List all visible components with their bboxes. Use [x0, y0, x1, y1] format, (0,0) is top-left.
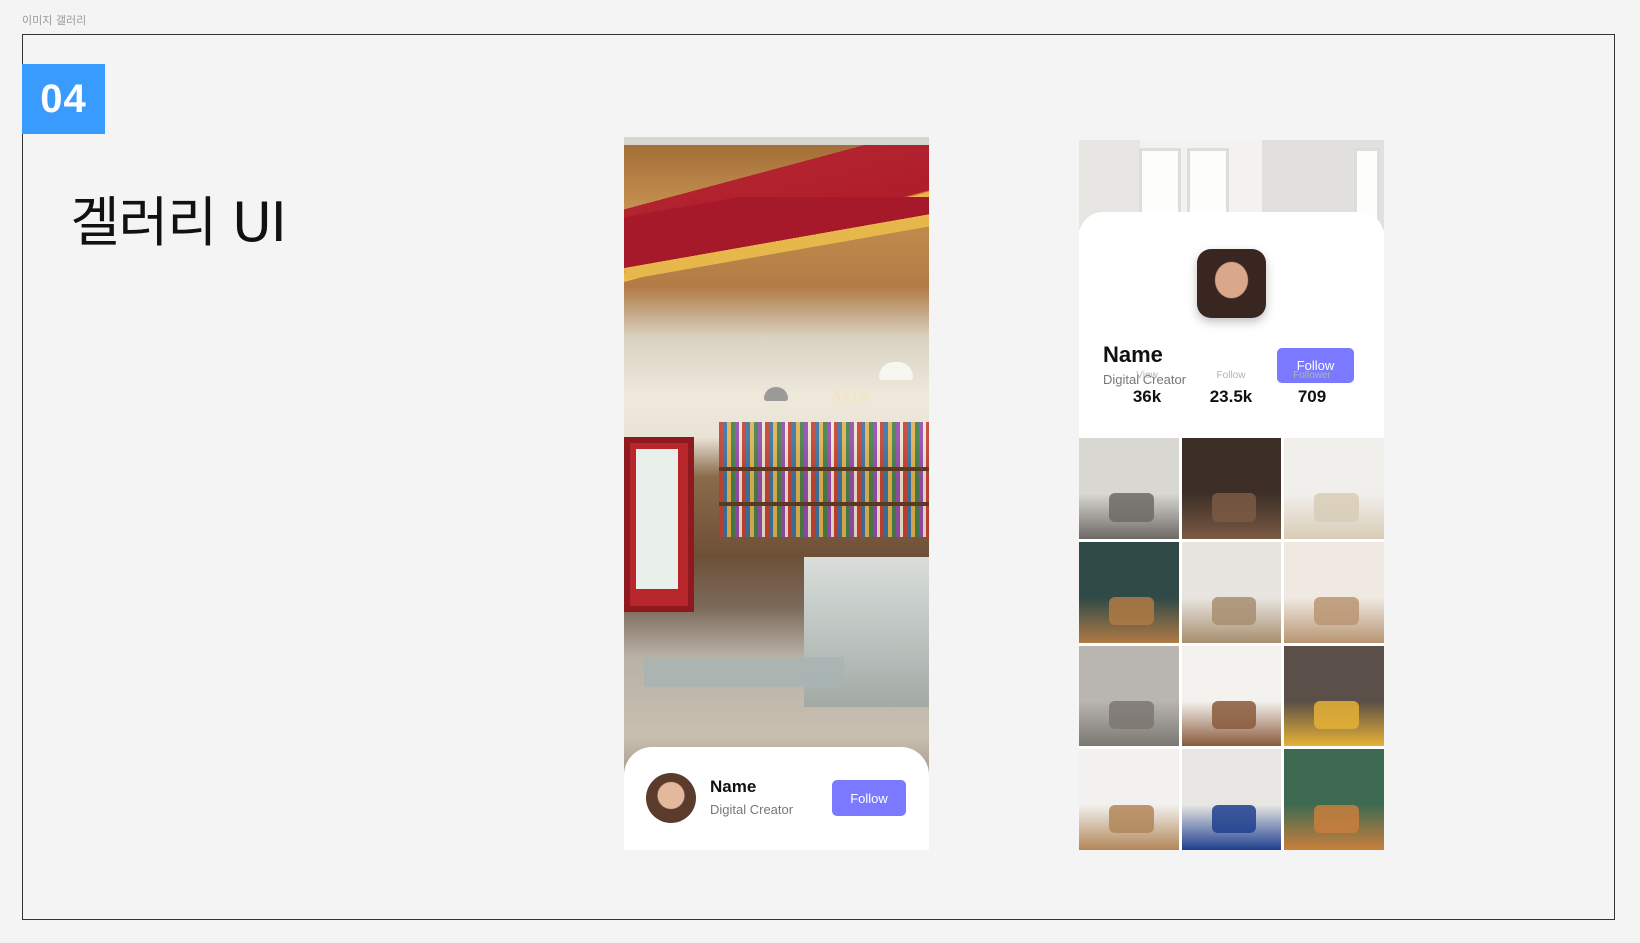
section-title: 겔러리 UI	[70, 191, 287, 254]
tile-furniture-shape	[1314, 804, 1360, 833]
tile-furniture-shape	[1211, 700, 1257, 730]
bookstore-photo: Asia	[624, 137, 929, 777]
tile-furniture-shape	[1211, 597, 1257, 626]
profile-name: Name	[1103, 342, 1163, 367]
section-number-badge: 04	[22, 64, 105, 134]
gallery-tile-dark-fireplace-room[interactable]	[1181, 438, 1282, 539]
phone-screen-photo-view: Asia Name Digital Creator Follow	[624, 137, 929, 850]
tile-furniture-shape	[1108, 700, 1154, 730]
stat-label: View	[1136, 370, 1158, 381]
tile-furniture-shape	[1314, 700, 1360, 730]
avatar[interactable]	[1197, 249, 1266, 318]
rug	[644, 657, 844, 687]
gallery-tile-round-mirror-room[interactable]	[1284, 541, 1384, 643]
stat-label: Follow	[1216, 370, 1246, 381]
hammock-fabric	[624, 197, 929, 317]
gallery-tile-wicker-chair[interactable]	[1284, 438, 1384, 539]
gallery-grid	[1079, 438, 1384, 850]
follow-button[interactable]: Follow	[832, 780, 906, 816]
stat-value: 36k	[1132, 387, 1162, 406]
stat-view: View 36k	[1107, 370, 1187, 407]
bookshelf	[719, 422, 929, 537]
phone-screen-profile-gallery: Name Digital Creator Follow View 36k Fol…	[1079, 140, 1384, 850]
store-sign: Asia	[832, 387, 869, 405]
gallery-tile-white-desk-cactus[interactable]	[1181, 645, 1282, 747]
stat-follower: Follower 709	[1272, 370, 1352, 407]
stat-value: 23.5k	[1209, 387, 1253, 406]
page-label: 이미지 갤러리	[22, 14, 87, 27]
gallery-tile-grey-staircase[interactable]	[1079, 645, 1179, 747]
gallery-tile-window-lounge[interactable]	[1181, 541, 1282, 643]
pendant-lamp	[764, 387, 788, 401]
profile-role: Digital Creator	[710, 802, 794, 817]
stat-value: 709	[1297, 387, 1327, 406]
avatar[interactable]	[646, 773, 696, 823]
profile-card: Name Digital Creator Follow	[624, 747, 929, 850]
gallery-tile-blue-sofa-wall-art[interactable]	[1181, 749, 1282, 850]
gallery-tile-yellow-chairs[interactable]	[1284, 645, 1384, 747]
gallery-tile-portrait-painting-room[interactable]	[1284, 749, 1384, 850]
stat-follow: Follow 23.5k	[1191, 370, 1271, 407]
tile-furniture-shape	[1314, 597, 1360, 626]
gallery-tile-green-wall-living-room[interactable]	[1079, 541, 1179, 643]
stat-label: Follower	[1293, 370, 1331, 381]
gallery-tile-arched-hallway[interactable]	[1079, 438, 1179, 539]
gallery-tile-modern-kitchen[interactable]	[1079, 749, 1179, 850]
profile-name: Name	[710, 777, 757, 796]
tile-furniture-shape	[1108, 597, 1154, 626]
tile-furniture-shape	[1211, 493, 1257, 522]
pendant-lamp	[879, 362, 913, 380]
profile-card: Name Digital Creator Follow	[1079, 212, 1384, 442]
tile-furniture-shape	[1211, 804, 1257, 833]
tile-furniture-shape	[1108, 493, 1154, 522]
tile-furniture-shape	[1314, 493, 1360, 522]
tile-furniture-shape	[1108, 804, 1154, 833]
